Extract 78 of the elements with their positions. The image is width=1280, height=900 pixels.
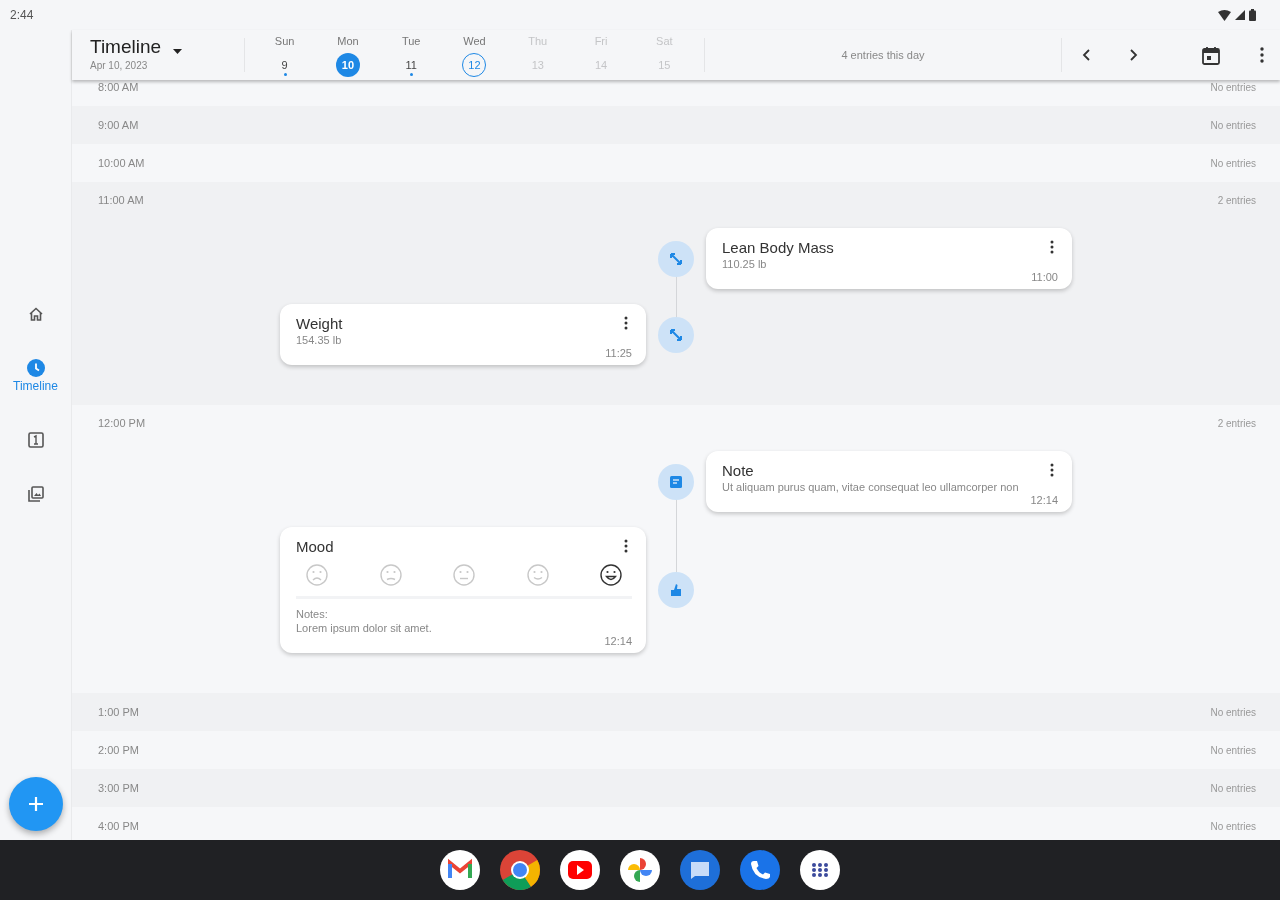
- chevron-left-icon: [1082, 49, 1090, 61]
- chat-icon[interactable]: [680, 850, 720, 890]
- weekday-label: Tue: [401, 33, 421, 49]
- hour-label: 2:00 PM: [98, 742, 139, 758]
- entry-count: 2 entries: [1217, 193, 1256, 208]
- entry-card[interactable]: Lean Body Mass 110.25 lb 11:00: [706, 228, 1072, 289]
- counter-icon: [26, 430, 45, 449]
- arrows-icon: [668, 326, 684, 343]
- ring-icon[interactable]: [500, 850, 540, 890]
- hour-label: 3:00 PM: [98, 780, 139, 796]
- nav-rail-item[interactable]: Timeline: [0, 352, 72, 401]
- hour-label: 9:00 AM: [98, 117, 139, 133]
- entry-title: Note: [722, 461, 754, 480]
- chevron-right-icon: [1130, 49, 1138, 61]
- clock-icon: [26, 358, 45, 377]
- weekday-label: Sun: [274, 33, 295, 49]
- entry-count: No entries: [1210, 156, 1256, 171]
- entry-value: 154.35 lb: [296, 333, 343, 347]
- notes-label: Notes:: [296, 607, 329, 621]
- entry-count: No entries: [1210, 781, 1256, 796]
- wifi-icon: [1218, 9, 1231, 21]
- entry-title: Mood: [296, 537, 334, 556]
- entry-card[interactable]: Mood Notes: Lorem ipsum dolor sit amet. 12:14: [280, 527, 646, 653]
- battery-icon: [1249, 9, 1256, 21]
- entry-count: No entries: [1210, 80, 1256, 95]
- more-icon: [624, 316, 628, 330]
- apps-grid-icon[interactable]: [800, 850, 840, 890]
- notes-text: Lorem ipsum dolor sit amet.: [296, 621, 433, 635]
- note-icon: [668, 473, 684, 490]
- day-button[interactable]: 10: [335, 53, 360, 78]
- calendar-icon: [1202, 45, 1220, 65]
- entry-card[interactable]: Weight 154.35 lb 11:25: [280, 304, 646, 365]
- entry-value: 110.25 lb: [722, 257, 768, 271]
- header-date: Apr 10, 2023: [90, 58, 149, 73]
- day-summary: 4 entries this day: [840, 47, 926, 63]
- day-button[interactable]: 9: [272, 53, 297, 78]
- entry-count: 2 entries: [1217, 416, 1256, 431]
- more-icon: [1260, 47, 1264, 63]
- entry-card[interactable]: Note Ut aliquam purus quam, vitae consequat leo ullamcorper non 12:14: [706, 451, 1072, 512]
- play-icon[interactable]: [560, 850, 600, 890]
- entry-count: No entries: [1210, 705, 1256, 720]
- entry-count: No entries: [1210, 118, 1256, 133]
- hour-label: 8:00 AM: [98, 80, 139, 95]
- gallery-icon: [26, 484, 45, 503]
- entry-dot: [283, 73, 287, 77]
- letter-m-icon[interactable]: [440, 850, 480, 890]
- hour-label: 1:00 PM: [98, 704, 139, 720]
- entry-count: No entries: [1210, 819, 1256, 834]
- entry-count: No entries: [1210, 743, 1256, 758]
- pinwheel-icon[interactable]: [620, 850, 660, 890]
- entry-time: 11:00: [1030, 271, 1058, 284]
- entry-title: Lean Body Mass: [722, 238, 834, 257]
- entry-time: 12:14: [603, 635, 632, 648]
- hour-label: 4:00 PM: [98, 818, 139, 834]
- status-time: 2:44: [10, 7, 34, 24]
- more-icon: [1050, 240, 1054, 254]
- entry-dot: [410, 73, 414, 77]
- face-icon[interactable]: [600, 564, 622, 586]
- add-button[interactable]: [9, 777, 63, 831]
- entry-time: 12:14: [1029, 494, 1058, 507]
- note-text: Ut aliquam purus quam, vitae consequat leo ullamcorper non: [722, 480, 1020, 494]
- arrows-icon: [668, 250, 684, 267]
- phone-icon[interactable]: [740, 850, 780, 890]
- hour-label: 11:00 AM: [98, 192, 144, 208]
- day-button[interactable]: 11: [399, 53, 424, 78]
- weekday-label: Wed: [463, 33, 486, 49]
- signal-icon: [1235, 10, 1245, 20]
- entry-time: 11:25: [604, 347, 632, 360]
- weekday-label: Mon: [337, 33, 359, 49]
- more-icon: [1050, 463, 1054, 477]
- header-title: Timeline: [90, 37, 162, 58]
- entry-title: Weight: [296, 314, 343, 333]
- thumb-icon: [668, 582, 684, 598]
- plus-icon: [28, 796, 44, 812]
- more-icon: [624, 539, 628, 553]
- caret-down-icon: [173, 49, 183, 56]
- hour-label: 12:00 PM: [98, 415, 146, 431]
- hour-label: 10:00 AM: [98, 155, 145, 171]
